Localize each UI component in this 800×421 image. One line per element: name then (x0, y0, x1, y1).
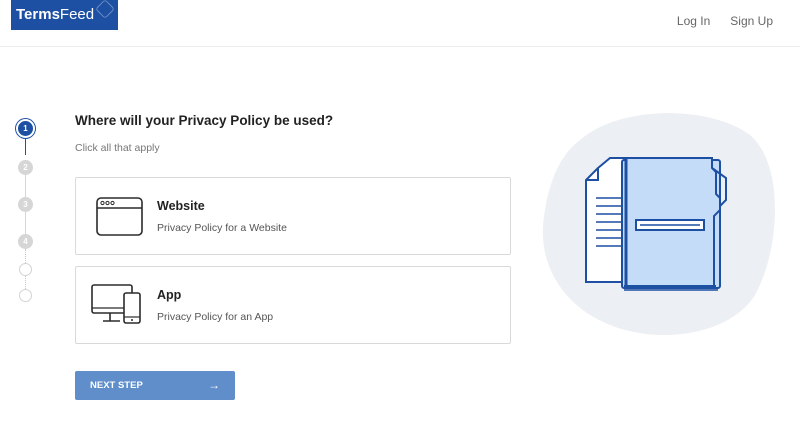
option-website-description: Privacy Policy for a Website (157, 222, 287, 234)
progress-stepper: 1 2 3 4 (14, 118, 36, 308)
document-folder-icon (542, 113, 775, 336)
step-6 (19, 289, 32, 302)
browser-window-icon (96, 197, 143, 236)
header-nav: Log In Sign Up (677, 14, 773, 28)
next-step-label: NEXT STEP (90, 380, 143, 391)
desktop-and-phone-icon (91, 284, 141, 324)
termsfeed-logo[interactable]: TermsFeed (11, 0, 118, 30)
option-app-title: App (157, 288, 182, 302)
signup-link[interactable]: Sign Up (730, 14, 773, 28)
arrow-right-icon: → (208, 378, 220, 392)
step-4: 4 (18, 234, 33, 249)
step-connector (25, 175, 26, 197)
option-app-description: Privacy Policy for an App (157, 311, 274, 323)
option-website[interactable]: Website Privacy Policy for a Website (75, 177, 511, 255)
step-3: 3 (18, 197, 33, 212)
page-subtitle: Click all that apply (75, 142, 160, 154)
step-5 (19, 263, 32, 276)
page-title: Where will your Privacy Policy be used? (75, 113, 334, 128)
login-link[interactable]: Log In (677, 14, 710, 28)
option-website-title: Website (157, 199, 205, 213)
step-connector (25, 212, 26, 234)
step-2: 2 (18, 160, 33, 175)
step-connector (25, 249, 26, 263)
logo-text-bold: Terms (16, 6, 60, 23)
next-step-button[interactable]: NEXT STEP → (75, 371, 235, 400)
step-1: 1 (18, 121, 33, 136)
top-header: TermsFeed Log In Sign Up (0, 0, 800, 47)
logo-decoration-icon (95, 0, 115, 19)
logo-text-light: Feed (59, 6, 95, 23)
option-app[interactable]: App Privacy Policy for an App (75, 266, 511, 344)
step-connector (25, 139, 26, 155)
step-connector (25, 276, 26, 289)
